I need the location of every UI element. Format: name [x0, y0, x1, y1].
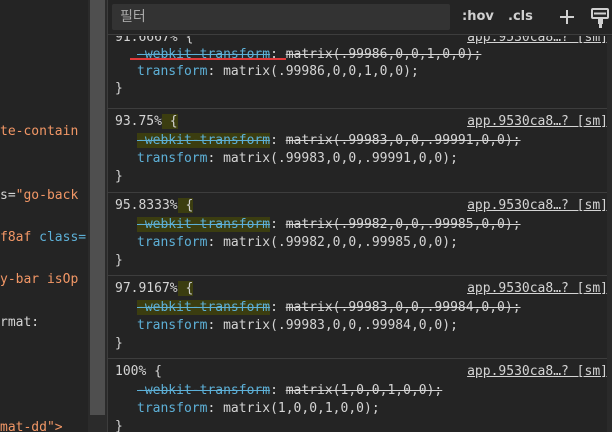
- property-line-webkit[interactable]: -webkit-transform: matrix(.99983,0,0,.99…: [137, 132, 521, 149]
- rule-source-link[interactable]: app.9530ca8…? [sm]: [467, 280, 608, 297]
- property-value[interactable]: matrix(.99986,0,0,1,0,0);: [223, 64, 419, 79]
- class-toggle-button[interactable]: .cls: [508, 8, 533, 26]
- property-name[interactable]: transform: [137, 151, 207, 166]
- keyframe-rule: 93.75% { app.9530ca8…? [sm] -webkit-tran…: [108, 113, 612, 193]
- property-line[interactable]: transform: matrix(.99986,0,0,1,0,0);: [137, 63, 419, 80]
- rule-close-brace: }: [115, 253, 123, 268]
- property-value[interactable]: matrix(1,0,0,1,0,0);: [223, 401, 380, 416]
- dom-line[interactable]: mat-dd">: [0, 420, 63, 432]
- rule-selector[interactable]: 93.75% {: [115, 113, 178, 130]
- rule-close-brace: }: [115, 419, 123, 432]
- property-name[interactable]: transform: [137, 235, 207, 250]
- rule-selector[interactable]: 100% {: [115, 363, 162, 380]
- property-name[interactable]: transform: [137, 318, 207, 333]
- plus-icon[interactable]: [557, 7, 577, 27]
- styles-toolbar: :hov .cls: [108, 0, 612, 35]
- property-line[interactable]: transform: matrix(1,0,0,1,0,0);: [137, 400, 380, 417]
- dom-line[interactable]: f8af class=: [0, 230, 86, 246]
- property-value[interactable]: matrix(.99983,0,0,.99991,0,0);: [223, 151, 458, 166]
- keyframe-rule: 95.8333% { app.9530ca8…? [sm] -webkit-tr…: [108, 197, 612, 277]
- property-value[interactable]: matrix(.99983,0,0,.99984,0,0);: [286, 300, 521, 315]
- dom-tree-pane: te-contain s="go-back f8af class= y-bar …: [0, 0, 88, 432]
- rule-separator: [108, 358, 612, 359]
- devtools-styles-panel: te-contain s="go-back f8af class= y-bar …: [0, 0, 612, 432]
- rule-separator: [108, 108, 612, 109]
- rule-source-link[interactable]: app.9530ca8…? [sm]: [467, 363, 608, 380]
- property-value[interactable]: matrix(1,0,0,1,0,0);: [286, 383, 443, 398]
- property-name[interactable]: transform: [137, 64, 207, 79]
- property-line[interactable]: transform: matrix(.99982,0,0,.99985,0,0)…: [137, 234, 458, 251]
- filter-box: [112, 4, 450, 30]
- rule-separator: [108, 192, 612, 193]
- property-value[interactable]: matrix(.99983,0,0,.99991,0,0);: [286, 133, 521, 148]
- keyframe-rule: 91.6667% { app.9530ca8…? [sm] -webkit-tr…: [108, 36, 612, 109]
- rule-close-brace: }: [115, 169, 123, 184]
- styles-scrollbar[interactable]: [607, 36, 612, 432]
- property-name[interactable]: -webkit-transform: [137, 300, 271, 315]
- keyframe-rule: 97.9167% { app.9530ca8…? [sm] -webkit-tr…: [108, 280, 612, 360]
- property-value[interactable]: matrix(.99982,0,0,.99985,0,0);: [223, 235, 458, 250]
- style-rules-list: 91.6667% { app.9530ca8…? [sm] -webkit-tr…: [108, 36, 612, 432]
- property-name[interactable]: -webkit-transform: [137, 217, 271, 232]
- rule-source-link[interactable]: app.9530ca8…? [sm]: [467, 36, 608, 46]
- property-line[interactable]: transform: matrix(.99983,0,0,.99984,0,0)…: [137, 317, 458, 334]
- hover-state-button[interactable]: :hov: [462, 8, 494, 26]
- dom-tree-scrollbar-thumb[interactable]: [90, 0, 105, 415]
- error-underline: [130, 58, 286, 60]
- property-name[interactable]: -webkit-transform: [137, 383, 270, 398]
- dom-line[interactable]: rmat:: [0, 315, 39, 331]
- rule-close-brace: }: [115, 81, 123, 96]
- rule-source-link[interactable]: app.9530ca8…? [sm]: [467, 113, 608, 130]
- property-name[interactable]: transform: [137, 401, 207, 416]
- property-line-webkit[interactable]: -webkit-transform: matrix(.99986,0,0,1,0…: [137, 46, 481, 63]
- filter-input[interactable]: [120, 4, 440, 30]
- property-line-webkit[interactable]: -webkit-transform: matrix(.99983,0,0,.99…: [137, 299, 521, 316]
- property-line-webkit[interactable]: -webkit-transform: matrix(.99982,0,0,.99…: [137, 216, 521, 233]
- rule-separator: [108, 275, 612, 276]
- dom-line[interactable]: y-bar isOp: [0, 272, 78, 288]
- new-style-rule-icon[interactable]: [590, 7, 610, 29]
- property-line[interactable]: transform: matrix(.99983,0,0,.99991,0,0)…: [137, 150, 458, 167]
- rule-selector[interactable]: 97.9167% {: [115, 280, 194, 297]
- property-value[interactable]: matrix(.99983,0,0,.99984,0,0);: [223, 318, 458, 333]
- property-name[interactable]: -webkit-transform: [137, 133, 271, 148]
- property-line-webkit[interactable]: -webkit-transform: matrix(1,0,0,1,0,0);: [137, 382, 442, 399]
- rule-selector[interactable]: 95.8333% {: [115, 197, 194, 214]
- dom-line[interactable]: s="go-back: [0, 188, 78, 204]
- property-value[interactable]: matrix(.99982,0,0,.99985,0,0);: [286, 217, 521, 232]
- dom-line[interactable]: te-contain: [0, 124, 78, 140]
- rule-selector[interactable]: 91.6667% {: [115, 36, 193, 46]
- keyframe-rule: 100% { app.9530ca8…? [sm] -webkit-transf…: [108, 363, 612, 432]
- property-value[interactable]: matrix(.99986,0,0,1,0,0);: [286, 47, 482, 62]
- rule-source-link[interactable]: app.9530ca8…? [sm]: [467, 197, 608, 214]
- rule-close-brace: }: [115, 336, 123, 351]
